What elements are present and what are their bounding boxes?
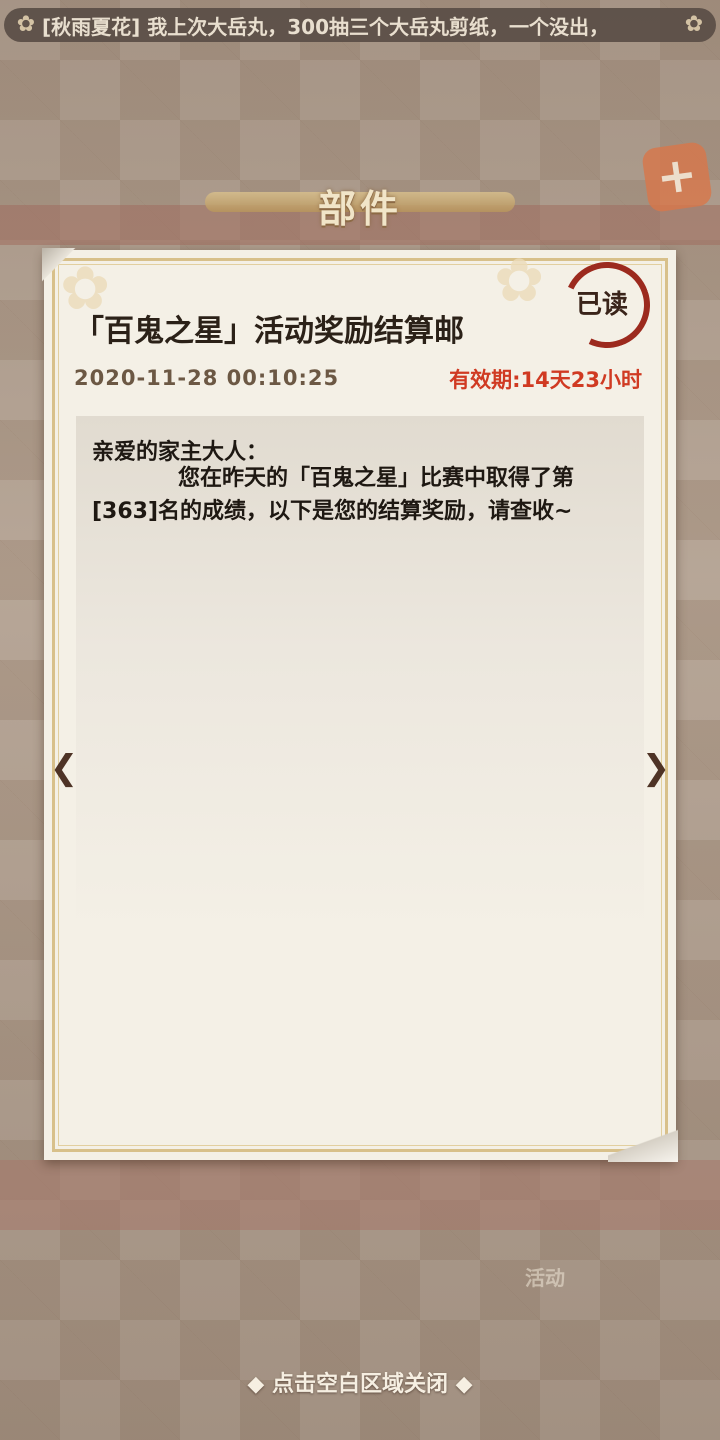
page-curl-bottom-right	[608, 1122, 678, 1162]
page-title: 部件	[317, 187, 402, 231]
mail-body: 亲爱的家主大人： 您在昨天的「百鬼之星」比赛中取得了第[363]名的成绩，以下是…	[76, 416, 644, 936]
mail-validity: 有效期:14天23小时	[449, 368, 642, 392]
chevron-right-icon[interactable]: ❯	[638, 748, 674, 788]
mail-date: 2020-11-28 00:10:25	[74, 366, 340, 390]
close-hint[interactable]: ◆ 点击空白区域关闭 ◆	[0, 1366, 720, 1398]
close-icon[interactable]: +	[640, 140, 714, 214]
read-status-badge: 已读	[576, 290, 629, 320]
mail-letter: ✿ ✿ 「百鬼之星」活动奖励结算邮 已读 2020-11-28 00:10:25…	[42, 246, 678, 1162]
chat-marquee: ✿ [秋雨夏花] 我上次大岳丸，300抽三个大岳丸剪纸，一个没出， ✿	[4, 8, 716, 42]
blossom-decoration: ✿	[494, 246, 545, 316]
flower-icon: ✿	[16, 12, 36, 37]
background-band-bottom	[0, 1160, 720, 1230]
marquee-text: [秋雨夏花] 我上次大岳丸，300抽三个大岳丸剪纸，一个没出，	[42, 14, 609, 39]
flower-icon: ✿	[684, 12, 704, 37]
chevron-left-icon[interactable]: ❮	[46, 748, 82, 788]
mail-header: 部件	[205, 170, 515, 234]
mail-message: 您在昨天的「百鬼之星」比赛中取得了第[363]名的成绩，以下是您的结算奖励，请查…	[92, 466, 575, 524]
background-activity-label: 活动	[525, 1266, 565, 1290]
mail-subject: 「百鬼之星」活动奖励结算邮	[74, 314, 464, 349]
